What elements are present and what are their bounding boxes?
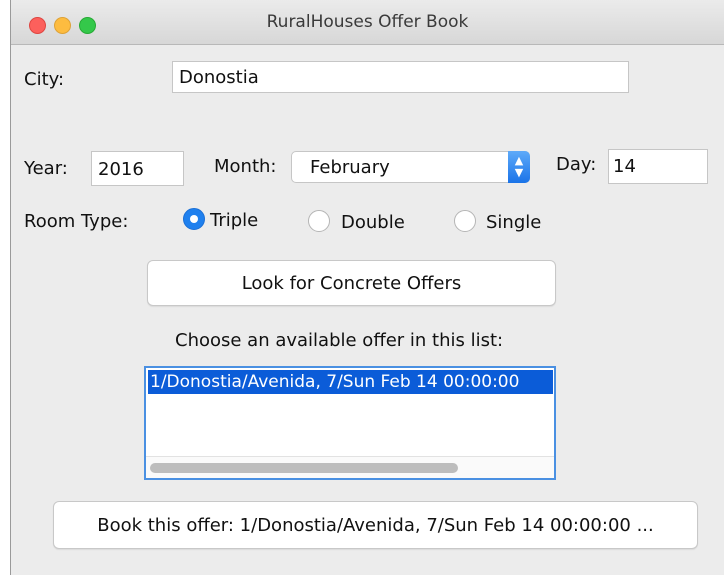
- year-label: Year:: [24, 158, 68, 179]
- book-offer-button[interactable]: Book this offer: 1/Donostia/Avenida, 7/S…: [53, 501, 698, 549]
- offer-list[interactable]: 1/Donostia/Avenida, 7/Sun Feb 14 00:00:0…: [144, 366, 556, 480]
- month-select-value: February: [310, 157, 390, 178]
- look-for-offers-button[interactable]: Look for Concrete Offers: [147, 260, 556, 306]
- radio-triple[interactable]: [183, 208, 205, 230]
- radio-single-label[interactable]: Single: [486, 212, 541, 233]
- month-label: Month:: [214, 156, 277, 177]
- window-title: RuralHouses Offer Book: [266, 12, 469, 32]
- scrollbar-thumb[interactable]: [150, 463, 458, 473]
- list-item[interactable]: 1/Donostia/Avenida, 7/Sun Feb 14 00:00:0…: [148, 370, 553, 394]
- chevron-up-down-icon[interactable]: ▲ ▼: [508, 151, 530, 183]
- radio-triple-label[interactable]: Triple: [210, 210, 258, 231]
- radio-single[interactable]: [454, 210, 476, 232]
- title-bar[interactable]: RuralHouses Offer Book: [11, 0, 724, 45]
- radio-double[interactable]: [308, 210, 330, 232]
- year-field[interactable]: 2016: [91, 151, 184, 186]
- room-type-label: Room Type:: [24, 211, 129, 232]
- offer-list-prompt: Choose an available offer in this list:: [175, 330, 504, 351]
- city-field[interactable]: Donostia: [172, 61, 629, 93]
- day-field[interactable]: 14: [608, 149, 708, 184]
- month-select[interactable]: February ▲ ▼: [291, 151, 530, 183]
- horizontal-scrollbar[interactable]: [146, 456, 554, 478]
- radio-double-label[interactable]: Double: [341, 212, 405, 233]
- day-label: Day:: [556, 154, 597, 175]
- city-label: City:: [24, 69, 65, 90]
- app-window: RuralHouses Offer Book City: Donostia Ye…: [10, 0, 724, 575]
